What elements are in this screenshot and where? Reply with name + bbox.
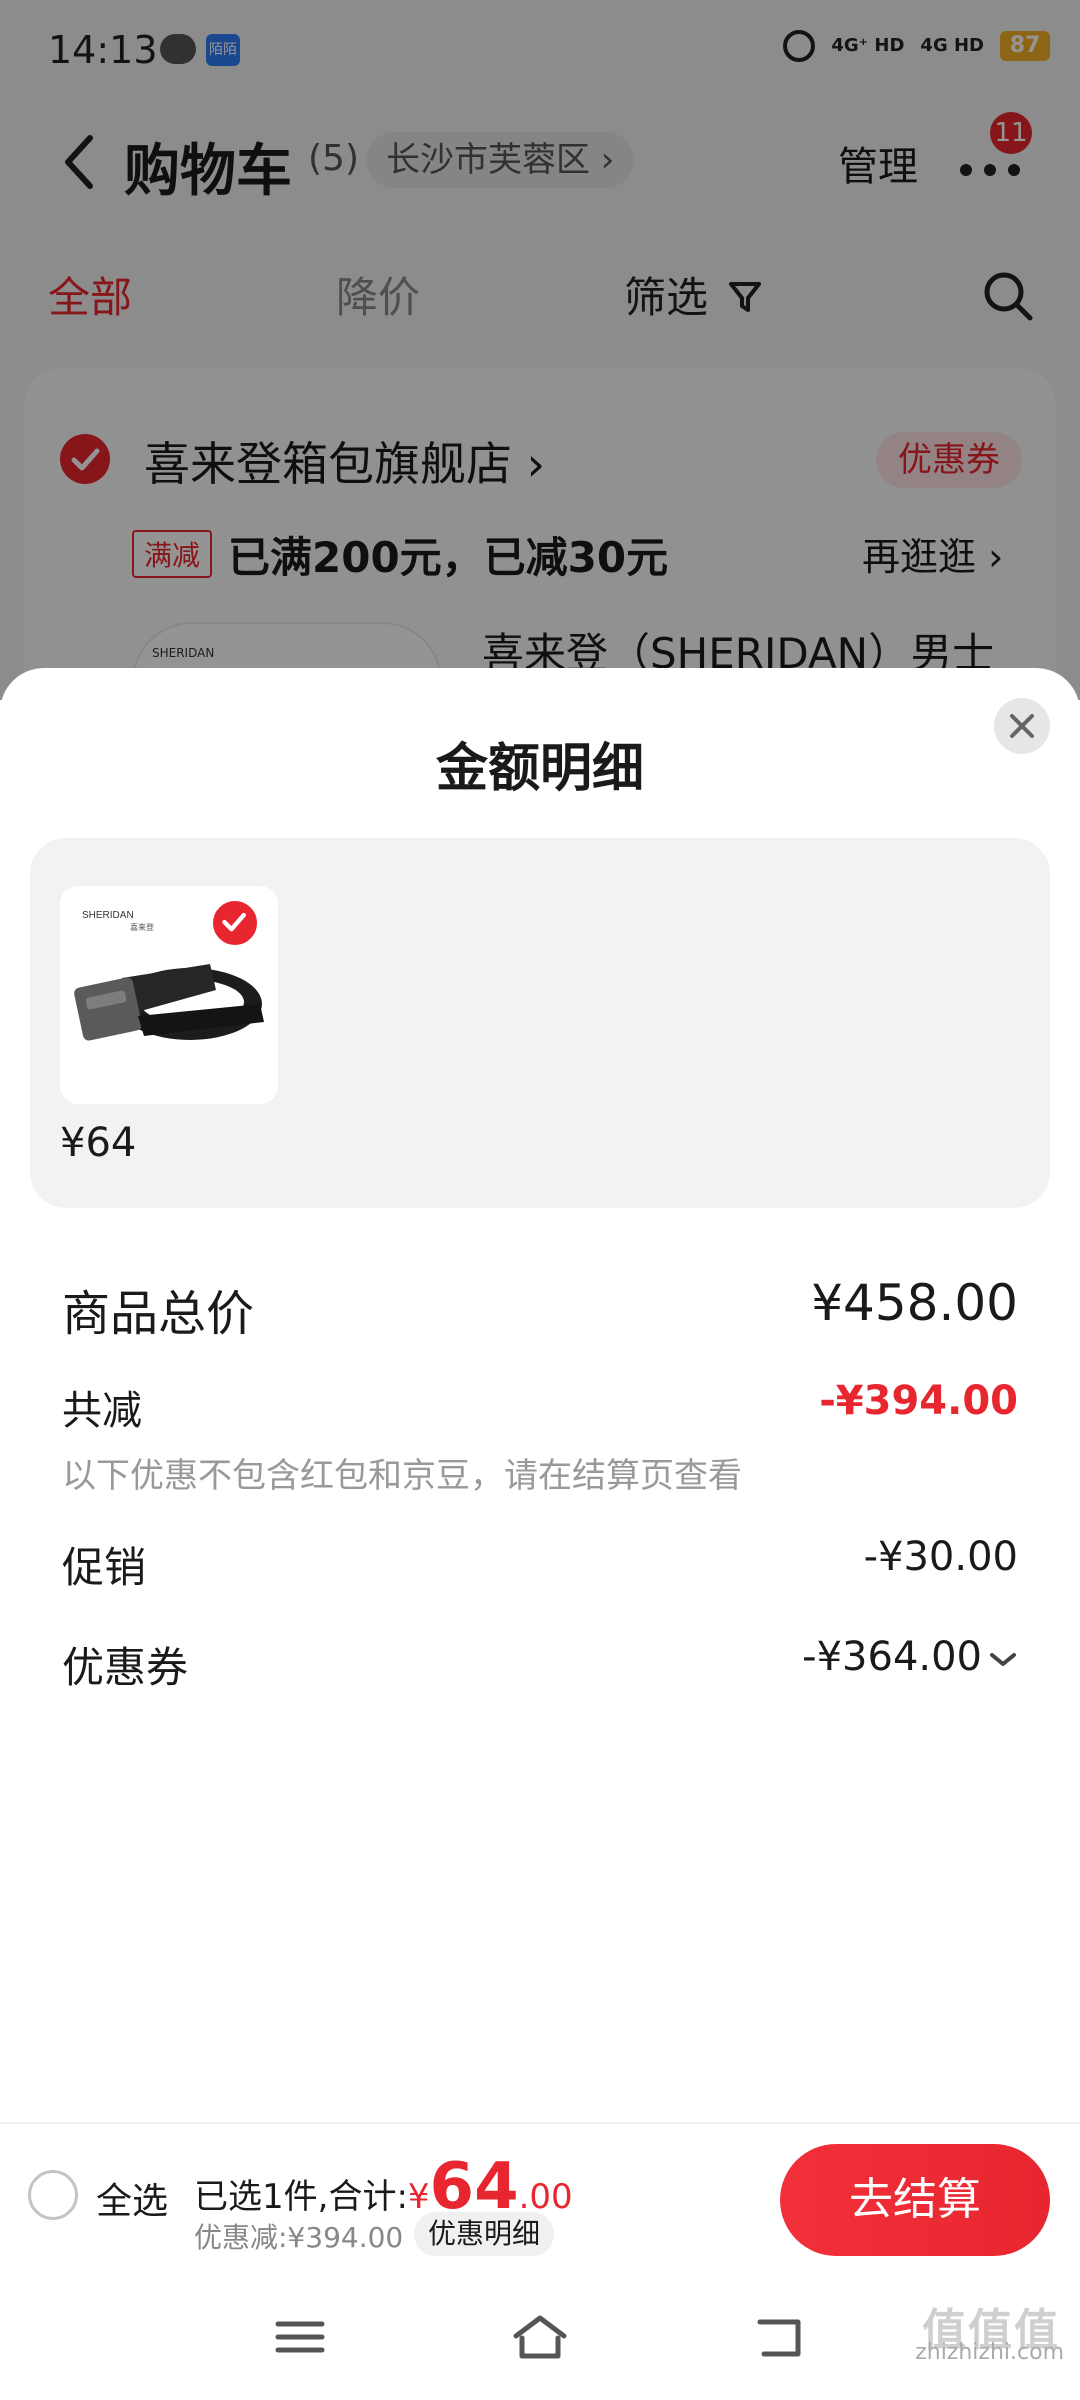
watermark-text: zhizhizhi.com [915, 2340, 1064, 2365]
coupon-value: -¥364.00 [802, 1634, 982, 1680]
back-nav-icon[interactable] [750, 2312, 810, 2362]
summary-prefix: 已选1件,合计: [194, 2177, 408, 2217]
reduce-value: -¥394.00 [819, 1378, 1018, 1424]
promo-value: -¥30.00 [863, 1534, 1018, 1580]
discount-note: 以下优惠不包含红包和京豆，请在结算页查看 [62, 1456, 742, 1496]
select-all-checkbox[interactable] [28, 2170, 78, 2220]
total-value: ¥458.00 [811, 1274, 1018, 1332]
home-icon[interactable] [510, 2312, 570, 2362]
select-all-label[interactable]: 全选 [96, 2172, 168, 2224]
discount-detail-button[interactable]: 优惠明细 [414, 2212, 555, 2256]
chevron-down-icon[interactable] [988, 1650, 1018, 1670]
close-button[interactable] [994, 698, 1050, 754]
checkout-button[interactable]: 去结算 [780, 2144, 1050, 2256]
menu-icon[interactable] [270, 2312, 330, 2362]
summary-total-dec: .00 [518, 2177, 573, 2217]
discount-amount: 优惠减:¥394.00 [194, 2221, 404, 2254]
system-navigation-bar [0, 2274, 1080, 2400]
item-checkbox[interactable] [210, 898, 260, 948]
dim-overlay[interactable] [0, 0, 1080, 700]
promo-label: 促销 [62, 1543, 147, 1592]
total-label: 商品总价 [62, 1286, 255, 1342]
summary-currency: ¥ [407, 2177, 430, 2217]
belt-brand-text: SHERIDAN [82, 910, 134, 921]
sheet-title: 金额明细 [435, 739, 644, 799]
close-icon [1010, 714, 1034, 738]
selected-items-box: SHERIDAN 喜来登 ¥64 [30, 838, 1050, 1208]
coupon-label: 优惠券 [62, 1643, 189, 1692]
checkout-bar: 全选 已选1件,合计:¥64.00 优惠减:¥394.00 优惠明细 去结算 [0, 2122, 1080, 2274]
item-price: ¥64 [60, 1120, 137, 1166]
belt-brand-cn-text: 喜来登 [130, 922, 154, 932]
reduce-label: 共减 [62, 1388, 142, 1434]
